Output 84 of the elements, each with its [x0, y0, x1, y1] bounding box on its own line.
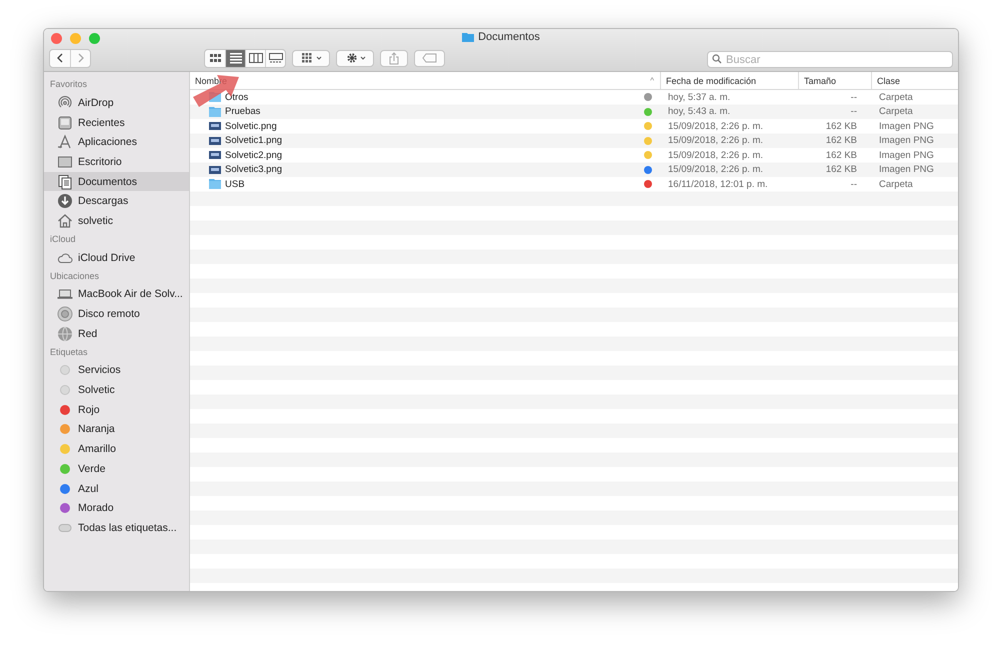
table-cell-text: 162 KB — [824, 120, 858, 132]
sidebar-section-title: Favoritos — [49, 78, 88, 91]
table-cell-text: Carpeta — [878, 92, 914, 103]
table-cell-text: -- — [850, 106, 858, 118]
sidebar-item[interactable]: Azul — [44, 478, 189, 498]
chevron-right-icon — [76, 53, 84, 63]
sidebar-item[interactable]: Morado — [44, 498, 189, 518]
file-name[interactable]: USB — [225, 178, 640, 190]
window-title: Documentos — [478, 31, 540, 43]
table-cell-text: 15/09/2018, 2:26 p. m. — [667, 120, 764, 132]
sidebar-item[interactable]: Aplicaciones — [44, 132, 189, 152]
sidebar-item[interactable]: Naranja — [44, 420, 189, 440]
search-field[interactable]: Buscar — [707, 51, 953, 68]
group-button[interactable] — [292, 50, 330, 66]
chevron-left-icon — [56, 53, 64, 63]
table-cell-text: -- — [850, 92, 858, 103]
table-cell-text: 162 KB — [824, 164, 858, 176]
sidebar-item[interactable]: iCloud Drive — [44, 248, 189, 268]
sidebar-item[interactable]: Disco remoto — [44, 304, 189, 324]
tag-icon — [422, 53, 438, 63]
share-icon — [388, 52, 400, 64]
table-cell-text: Carpeta — [878, 106, 914, 118]
file-name[interactable]: Solvetic2.png — [225, 150, 640, 161]
sidebar-item[interactable]: AirDrop — [44, 93, 189, 113]
table-cell-text: Imagen PNG — [878, 164, 935, 176]
file-name[interactable]: Otros — [225, 92, 640, 103]
sidebar-item[interactable]: Verde — [44, 459, 189, 479]
sidebar-item[interactable]: Red — [44, 324, 189, 344]
table-cell-text: 162 KB — [824, 135, 858, 146]
file-name[interactable]: Solvetic1.png — [225, 135, 640, 146]
sidebar-item[interactable]: Solvetic — [44, 380, 189, 400]
columns-view-icon — [248, 50, 264, 66]
sort-caret: ^ — [650, 76, 655, 85]
sidebar-item[interactable]: Escritorio — [44, 152, 189, 172]
sidebar-item[interactable]: Amarillo — [44, 439, 189, 459]
image-file-icon — [209, 122, 221, 130]
column-header[interactable]: Clase — [871, 72, 958, 89]
apps-icon — [57, 134, 73, 150]
sidebar-item[interactable]: MacBook Air de Solv... — [44, 284, 189, 304]
image-file-icon — [209, 136, 221, 145]
table-cell-text: Imagen PNG — [878, 150, 935, 161]
file-name[interactable]: Solvetic.png — [225, 120, 640, 132]
table-cell-text: 15/09/2018, 2:26 p. m. — [667, 150, 764, 161]
action-button[interactable] — [336, 50, 374, 66]
table-cell-text: hoy, 5:37 a. m. — [667, 92, 732, 103]
sidebar-item[interactable]: Rojo — [44, 400, 189, 420]
table-cell-text: Imagen PNG — [878, 120, 935, 132]
table-cell-text: 162 KB — [824, 150, 858, 161]
table-cell-text: 15/09/2018, 2:26 p. m. — [667, 135, 764, 146]
sidebar-item[interactable]: Descargas — [44, 191, 189, 212]
view-mode-button[interactable] — [245, 50, 265, 66]
table-cell-text: Carpeta — [878, 178, 914, 190]
view-mode-button[interactable] — [265, 50, 285, 66]
documents-icon — [57, 174, 73, 190]
image-file-icon — [209, 166, 221, 174]
sidebar-item[interactable]: solvetic — [44, 211, 189, 231]
folder-icon — [209, 179, 221, 190]
globe-icon — [57, 326, 73, 342]
table-cell-text: 16/11/2018, 12:01 p. m. — [667, 178, 769, 190]
home-icon — [57, 212, 73, 229]
download-icon — [57, 193, 73, 210]
sidebar-item[interactable]: Documentos — [44, 172, 189, 192]
table-cell-text: -- — [850, 178, 858, 190]
sidebar-section-title: Etiquetas — [49, 346, 89, 359]
sidebar-section-title: iCloud — [49, 232, 77, 246]
close-button[interactable] — [51, 32, 62, 44]
sidebar-item[interactable]: Todas las etiquetas... — [44, 518, 189, 538]
folder-icon — [209, 106, 221, 117]
file-name[interactable]: Pruebas — [225, 106, 640, 118]
table-cell-text: Imagen PNG — [878, 135, 935, 146]
column-header[interactable]: Fecha de modificación — [660, 72, 798, 89]
sidebar-item[interactable]: Recientes — [44, 112, 189, 132]
column-header[interactable]: Tamaño — [798, 72, 871, 89]
sidebar-item[interactable]: Servicios — [44, 360, 189, 380]
desktop-icon — [57, 154, 73, 170]
view-mode-button[interactable] — [225, 50, 245, 66]
folder-icon — [462, 32, 474, 42]
table-cell-text: hoy, 5:43 a. m. — [667, 106, 732, 118]
sidebar-section-title: Ubicaciones — [49, 270, 100, 282]
list-view-icon — [228, 50, 244, 66]
file-name[interactable]: Solvetic3.png — [225, 164, 640, 176]
table-cell-text: 15/09/2018, 2:26 p. m. — [667, 164, 764, 176]
disc-icon — [57, 306, 73, 322]
image-file-icon — [209, 151, 221, 160]
